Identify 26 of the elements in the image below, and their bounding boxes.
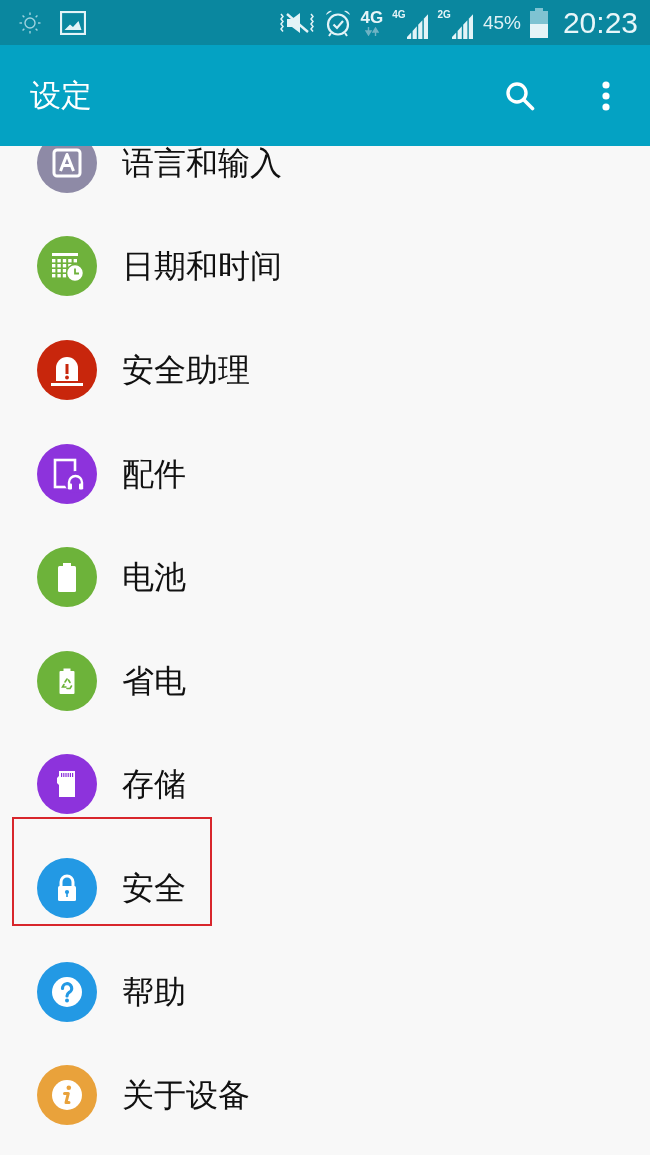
network-type-label: 4G: [360, 9, 384, 26]
data-arrows-icon: [364, 27, 379, 36]
screen-title: 设定: [30, 76, 92, 115]
settings-item[interactable]: 省电: [0, 628, 650, 733]
clock-time: 20:23: [562, 7, 638, 38]
settings-item[interactable]: 帮助: [0, 939, 650, 1044]
settings-item[interactable]: 语言和输入: [0, 146, 650, 215]
vibrate-mute-icon: [278, 10, 315, 35]
more-options-icon: [602, 80, 610, 111]
signal-bars-icon: [451, 12, 474, 39]
signal-label: 4G: [392, 9, 406, 20]
settings-item[interactable]: 存储: [0, 732, 650, 837]
signal-label: 2G: [437, 9, 451, 20]
signal-bars-icon: [406, 12, 429, 39]
battery-percentage: 45%: [482, 13, 521, 32]
settings-item[interactable]: 关于设备: [0, 1043, 650, 1147]
alarm-clock-icon: [323, 8, 352, 37]
settings-item[interactable]: 电池: [0, 525, 650, 629]
battery-icon: [529, 7, 548, 38]
settings-item[interactable]: 安全助理: [0, 318, 650, 422]
image-icon: [60, 10, 86, 35]
settings-item[interactable]: 日期和时间: [0, 214, 650, 319]
search-icon: [505, 80, 535, 111]
settings-item[interactable]: 配件: [0, 421, 650, 526]
settings-item[interactable]: 安全: [0, 836, 650, 940]
sun-icon: [18, 10, 42, 35]
